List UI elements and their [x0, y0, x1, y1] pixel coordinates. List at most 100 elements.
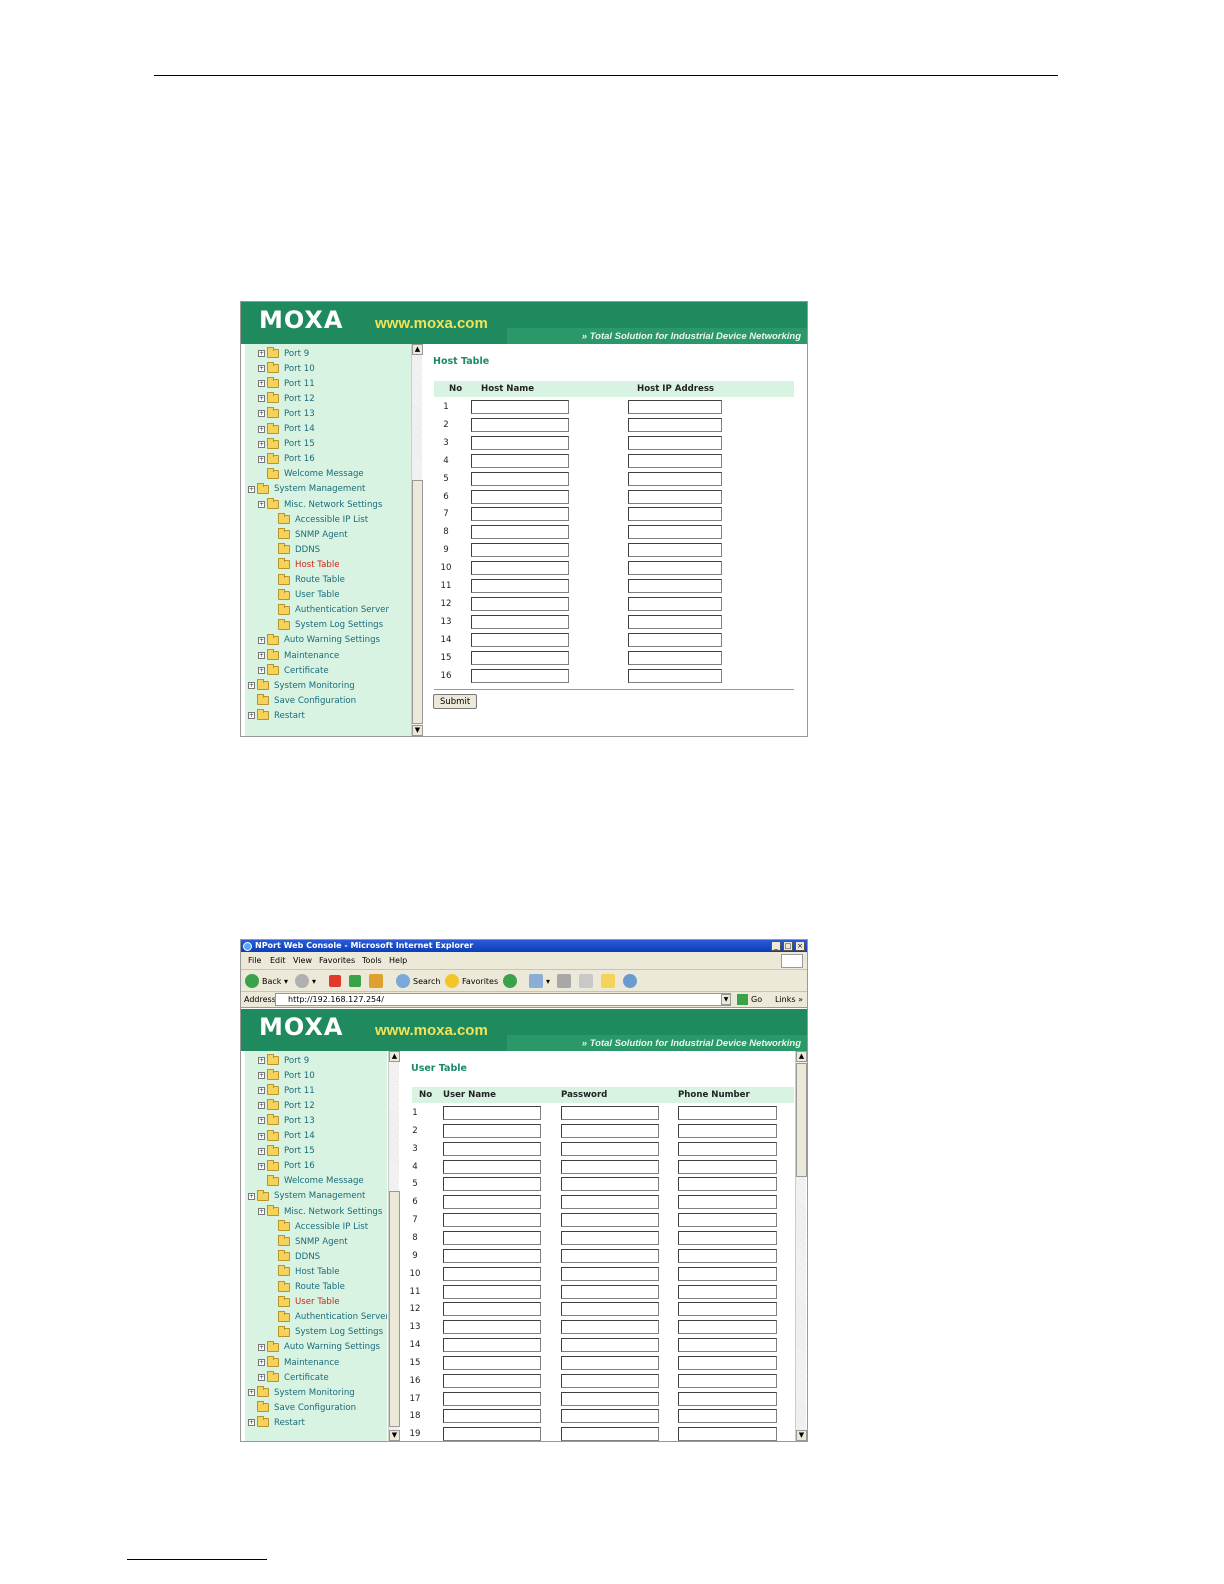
scroll-down-button[interactable]: ▼	[796, 1430, 807, 1441]
password-input[interactable]	[561, 1355, 659, 1370]
submit-button[interactable]: Submit	[433, 694, 478, 709]
phone-number-input[interactable]	[678, 1338, 777, 1353]
expand-icon[interactable]: +	[258, 365, 265, 373]
expand-icon[interactable]: +	[258, 501, 265, 508]
tree-item-misc-network-settings[interactable]: + Misc. Network Settings	[258, 1205, 382, 1218]
phone-number-input[interactable]	[678, 1355, 777, 1370]
host-ip-input[interactable]	[628, 417, 722, 432]
host-ip-input[interactable]	[628, 561, 722, 576]
user-name-input[interactable]	[443, 1373, 541, 1388]
messenger-button[interactable]	[623, 973, 640, 989]
host-name-input[interactable]	[471, 614, 569, 629]
user-name-input[interactable]	[443, 1320, 541, 1335]
user-name-input[interactable]	[443, 1195, 541, 1210]
tree-item-maintenance[interactable]: + Maintenance	[258, 1356, 339, 1369]
phone-number-input[interactable]	[678, 1373, 777, 1388]
phone-number-input[interactable]	[678, 1391, 777, 1406]
menu-file[interactable]: File	[248, 956, 261, 965]
stop-button[interactable]	[329, 973, 344, 989]
password-input[interactable]	[561, 1106, 659, 1120]
forward-button[interactable]: ▾	[295, 973, 316, 989]
user-name-input[interactable]	[443, 1391, 541, 1406]
tree-item-user-table[interactable]: User Table	[269, 588, 340, 602]
tree-item-misc-network-settings[interactable]: + Misc. Network Settings	[258, 498, 382, 511]
tree-item-auto-warning-settings[interactable]: + Auto Warning Settings	[258, 633, 380, 647]
address-dropdown-button[interactable]: ▼	[721, 994, 731, 1005]
password-input[interactable]	[561, 1427, 659, 1441]
tree-item-restart[interactable]: + Restart	[248, 709, 305, 722]
host-ip-input[interactable]	[628, 614, 722, 629]
tree-item-port-16[interactable]: + Port 16	[258, 452, 315, 466]
phone-number-input[interactable]	[678, 1177, 777, 1192]
host-name-input[interactable]	[471, 489, 569, 504]
tree-item-port-14[interactable]: + Port 14	[258, 1129, 315, 1143]
print-button[interactable]	[557, 973, 574, 989]
tree-item-port-10[interactable]: + Port 10	[258, 1069, 315, 1082]
host-ip-input[interactable]	[628, 596, 722, 611]
tree-item-ddns[interactable]: DDNS	[269, 543, 320, 556]
edit-button[interactable]	[579, 973, 596, 989]
menu-edit[interactable]: Edit	[270, 956, 286, 965]
password-input[interactable]	[561, 1213, 659, 1228]
host-name-input[interactable]	[471, 507, 569, 522]
expand-icon[interactable]: +	[258, 652, 265, 659]
phone-number-input[interactable]	[678, 1230, 777, 1245]
tree-item-save-configuration[interactable]: Save Configuration	[248, 1401, 356, 1414]
host-ip-input[interactable]	[628, 453, 722, 468]
expand-icon[interactable]: +	[258, 1132, 265, 1140]
password-input[interactable]	[561, 1123, 659, 1138]
host-ip-input[interactable]	[628, 668, 722, 683]
phone-number-input[interactable]	[678, 1409, 777, 1424]
tree-item-system-management[interactable]: + System Management	[248, 482, 365, 496]
user-name-input[interactable]	[443, 1338, 541, 1353]
host-name-input[interactable]	[471, 579, 569, 593]
menu-favorites[interactable]: Favorites	[319, 956, 355, 965]
tree-item-port-13[interactable]: + Port 13	[258, 1114, 315, 1127]
password-input[interactable]	[561, 1302, 659, 1317]
menu-help[interactable]: Help	[389, 956, 407, 965]
links-button[interactable]: Links »	[775, 995, 803, 1004]
tree-item-port-11[interactable]: + Port 11	[258, 1084, 315, 1097]
tree-item-ddns[interactable]: DDNS	[269, 1250, 320, 1263]
password-input[interactable]	[561, 1230, 659, 1245]
expand-icon[interactable]: +	[248, 712, 255, 720]
scroll-thumb[interactable]	[796, 1063, 807, 1177]
user-name-input[interactable]	[443, 1123, 541, 1138]
expand-icon[interactable]: +	[248, 1192, 255, 1200]
user-name-input[interactable]	[443, 1230, 541, 1245]
password-input[interactable]	[561, 1391, 659, 1406]
mail-button[interactable]: ▾	[529, 973, 550, 989]
phone-number-input[interactable]	[678, 1106, 777, 1120]
host-ip-input[interactable]	[628, 471, 722, 486]
scroll-up-button[interactable]: ▲	[796, 1051, 807, 1062]
host-ip-input[interactable]	[628, 650, 722, 665]
tree-scrollbar[interactable]: ▲ ▼	[411, 344, 423, 736]
host-name-input[interactable]	[471, 400, 569, 414]
expand-icon[interactable]: +	[258, 380, 265, 388]
tree-item-port-12[interactable]: + Port 12	[258, 392, 315, 405]
phone-number-input[interactable]	[678, 1427, 777, 1441]
expand-icon[interactable]: +	[258, 455, 265, 463]
expand-icon[interactable]: +	[258, 667, 265, 675]
tree-item-welcome-message[interactable]: Welcome Message	[258, 467, 364, 481]
host-name-input[interactable]	[471, 471, 569, 486]
user-name-input[interactable]	[443, 1248, 541, 1263]
scroll-up-button[interactable]: ▲	[412, 344, 423, 355]
host-ip-input[interactable]	[628, 525, 722, 540]
tree-item-port-15[interactable]: + Port 15	[258, 437, 315, 451]
host-ip-input[interactable]	[628, 489, 722, 504]
tree-item-snmp-agent[interactable]: SNMP Agent	[269, 1235, 348, 1248]
expand-icon[interactable]: +	[248, 485, 255, 493]
go-button[interactable]: Go	[737, 994, 762, 1005]
tree-item-auto-warning-settings[interactable]: + Auto Warning Settings	[258, 1340, 380, 1354]
tree-item-system-management[interactable]: + System Management	[248, 1189, 365, 1203]
scroll-thumb[interactable]	[389, 1191, 400, 1427]
content-scrollbar[interactable]: ▲ ▼	[795, 1051, 807, 1441]
host-name-input[interactable]	[471, 596, 569, 611]
home-button[interactable]	[369, 973, 386, 989]
favorites-button[interactable]: Favorites	[445, 973, 498, 989]
password-input[interactable]	[561, 1266, 659, 1281]
tree-item-save-configuration[interactable]: Save Configuration	[248, 694, 356, 707]
password-input[interactable]	[561, 1284, 659, 1299]
phone-number-input[interactable]	[678, 1284, 777, 1299]
